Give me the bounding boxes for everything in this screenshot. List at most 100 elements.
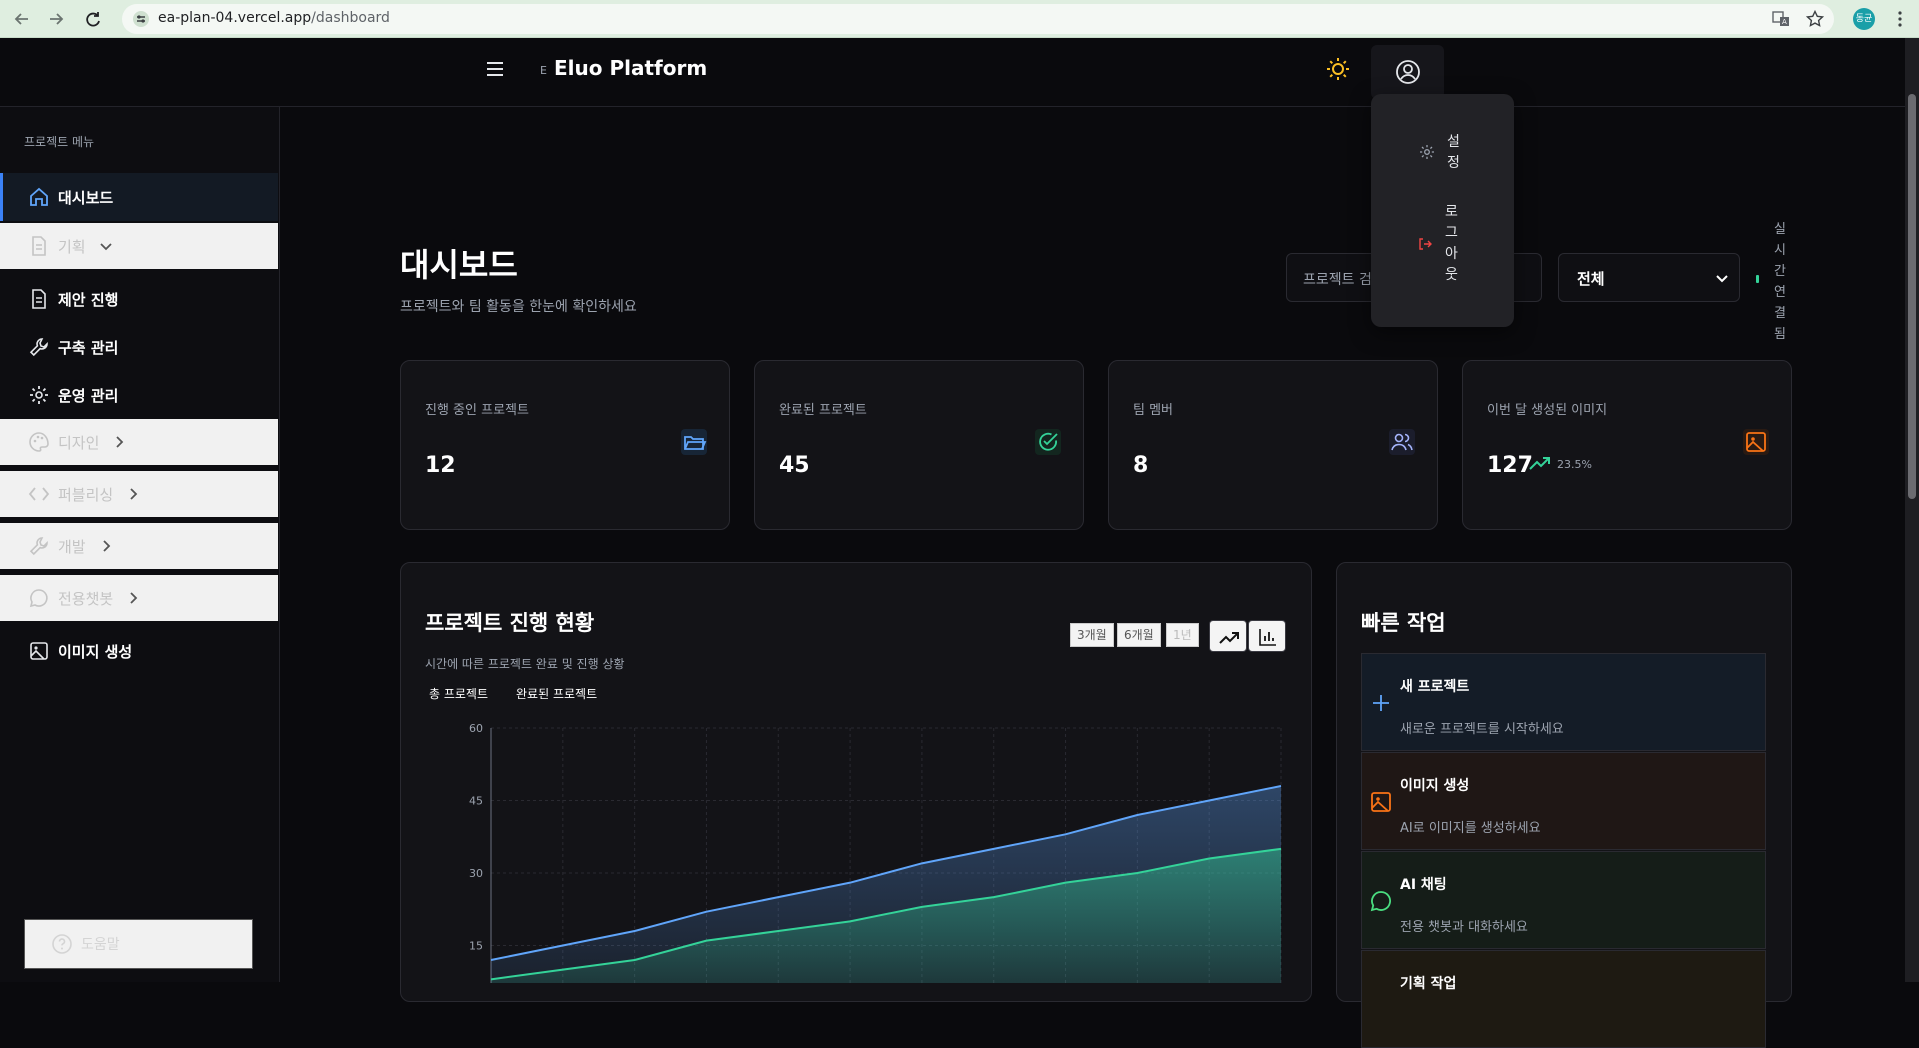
code-icon (28, 487, 50, 501)
back-icon[interactable] (12, 9, 32, 29)
sidebar-item-build[interactable]: 구축 관리 (0, 323, 278, 371)
plus-icon (1373, 695, 1389, 711)
project-progress-panel: 프로젝트 진행 현황 시간에 따른 프로젝트 완료 및 진행 상황 총 프로젝트… (400, 562, 1312, 1002)
quick-actions-title: 빠른 작업 (1361, 611, 1446, 635)
trending-up-icon (1529, 457, 1550, 470)
profile-avatar[interactable]: 동균 (1853, 8, 1875, 30)
quick-action-planning[interactable]: 기획 작업 (1361, 950, 1766, 1048)
chat-icon (1370, 891, 1391, 912)
quick-actions-panel: 빠른 작업 새 프로젝트 새로운 프로젝트를 시작하세요 이미지 생성 AI로 … (1336, 562, 1792, 1048)
sidebar-item-label: 이미지 생성 (58, 642, 133, 661)
stat-label: 완료된 프로젝트 (779, 403, 867, 418)
translate-icon[interactable]: A (1772, 10, 1790, 28)
sidebar: 프로젝트 메뉴 대시보드 기획 제안 진행 구축 관리 운영 관리 디자인 퍼블… (0, 107, 280, 982)
browser-menu-icon[interactable] (1892, 10, 1908, 28)
y-tick-label: 60 (469, 722, 483, 735)
quick-action-desc: 새로운 프로젝트를 시작하세요 (1400, 722, 1564, 737)
sidebar-item-label: 구축 관리 (58, 338, 119, 357)
document-icon (32, 289, 46, 309)
scrollbar-thumb[interactable] (1908, 94, 1916, 499)
y-tick-label: 45 (469, 795, 483, 808)
sidebar-item-label: 퍼블리싱 (58, 485, 114, 504)
gear-icon (30, 386, 48, 404)
panel-subtitle: 시간에 따른 프로젝트 완료 및 진행 상황 (425, 657, 625, 671)
stat-value: 127 (1487, 453, 1533, 478)
reload-icon[interactable] (83, 9, 103, 29)
sidebar-item-label: 제안 진행 (58, 290, 119, 309)
legend-item-total[interactable]: 총 프로젝트 (429, 685, 488, 702)
menu-icon[interactable] (484, 58, 506, 80)
trending-up-icon (1219, 632, 1239, 644)
users-icon (1389, 429, 1415, 455)
home-icon (30, 187, 48, 206)
brand-mark: E (540, 64, 547, 77)
sidebar-item-label: 디자인 (58, 433, 100, 452)
quick-action-new-project[interactable]: 새 프로젝트 새로운 프로젝트를 시작하세요 (1361, 653, 1766, 751)
check-circle-icon (1035, 429, 1061, 455)
quick-action-title: 이미지 생성 (1400, 778, 1470, 794)
trend-indicator: 23.5% (1529, 457, 1592, 471)
stat-card-team-members: 팀 멤버 8 (1108, 360, 1438, 530)
chart-legend: 총 프로젝트 완료된 프로젝트 (429, 685, 597, 702)
logout-icon (1419, 238, 1432, 250)
sidebar-item-publishing[interactable]: 퍼블리싱 (0, 471, 278, 519)
sidebar-item-label: 개발 (58, 537, 86, 556)
page-scrollbar[interactable] (1905, 38, 1919, 982)
menu-item-logout[interactable]: 로그아웃 (1445, 202, 1465, 286)
sidebar-item-development[interactable]: 개발 (0, 523, 278, 571)
user-menu-button[interactable] (1371, 45, 1444, 99)
site-info-icon[interactable] (132, 10, 150, 28)
range-6-months-button[interactable]: 6개월 (1117, 623, 1161, 647)
range-3-months-button[interactable]: 3개월 (1070, 623, 1114, 647)
page-title: 대시보드 (400, 246, 518, 284)
stat-value: 8 (1133, 453, 1149, 478)
stat-value: 45 (779, 453, 810, 478)
sidebar-item-label: 운영 관리 (58, 386, 119, 405)
image-icon (1743, 429, 1769, 455)
brand-name[interactable]: Eluo Platform (554, 56, 707, 80)
live-status-dot (1756, 275, 1759, 283)
user-dropdown-menu: 설정 로그아웃 (1371, 94, 1514, 327)
filter-select-value: 전체 (1577, 270, 1605, 288)
palette-icon (29, 432, 49, 452)
range-1-year-button[interactable]: 1년 (1166, 623, 1199, 647)
quick-action-title: 새 프로젝트 (1400, 679, 1470, 695)
sidebar-item-design[interactable]: 디자인 (0, 419, 278, 467)
bookmark-star-icon[interactable] (1806, 10, 1824, 28)
live-status: 실시간연결됨 (1774, 222, 1786, 342)
sidebar-item-dashboard[interactable]: 대시보드 (0, 173, 278, 221)
line-chart-toggle[interactable] (1209, 620, 1247, 652)
sidebar-item-chatbot[interactable]: 전용챗봇 (0, 575, 278, 623)
stat-label: 팀 멤버 (1133, 403, 1174, 418)
help-button[interactable]: 도움말 (24, 919, 253, 969)
image-icon (1371, 792, 1391, 812)
sidebar-item-proposal[interactable]: 제안 진행 (0, 275, 278, 323)
sidebar-item-label: 전용챗봇 (58, 589, 114, 608)
help-icon (52, 934, 72, 954)
chevron-down-icon (1716, 275, 1728, 283)
bar-chart-toggle[interactable] (1248, 620, 1286, 652)
quick-action-desc: 전용 챗봇과 대화하세요 (1400, 920, 1528, 935)
stat-value: 12 (425, 453, 456, 478)
legend-item-completed[interactable]: 완료된 프로젝트 (516, 685, 597, 702)
browser-toolbar: ea-plan-04.vercel.app/dashboard A 동균 (0, 0, 1919, 38)
chat-icon (29, 589, 48, 608)
document-icon (32, 236, 46, 256)
filter-select[interactable]: 전체 (1558, 253, 1740, 302)
quick-action-image-generation[interactable]: 이미지 생성 AI로 이미지를 생성하세요 (1361, 752, 1766, 850)
sidebar-title: 프로젝트 메뉴 (24, 135, 95, 149)
menu-item-settings[interactable]: 설정 (1447, 132, 1467, 174)
address-bar[interactable]: ea-plan-04.vercel.app/dashboard A (122, 4, 1834, 34)
sidebar-item-planning[interactable]: 기획 (0, 223, 278, 271)
wrench-icon (29, 537, 48, 556)
quick-action-ai-chat[interactable]: AI 채팅 전용 챗봇과 대화하세요 (1361, 851, 1766, 949)
sidebar-item-label: 기획 (58, 237, 86, 256)
wrench-icon (29, 338, 48, 357)
sidebar-item-operations[interactable]: 운영 관리 (0, 371, 278, 419)
quick-action-desc: AI로 이미지를 생성하세요 (1400, 821, 1541, 836)
sidebar-item-image-generation[interactable]: 이미지 생성 (0, 627, 278, 675)
panel-title: 프로젝트 진행 현황 (425, 611, 595, 635)
forward-icon[interactable] (46, 9, 66, 29)
sun-icon[interactable] (1325, 56, 1351, 82)
trend-value: 23.5% (1557, 457, 1592, 471)
